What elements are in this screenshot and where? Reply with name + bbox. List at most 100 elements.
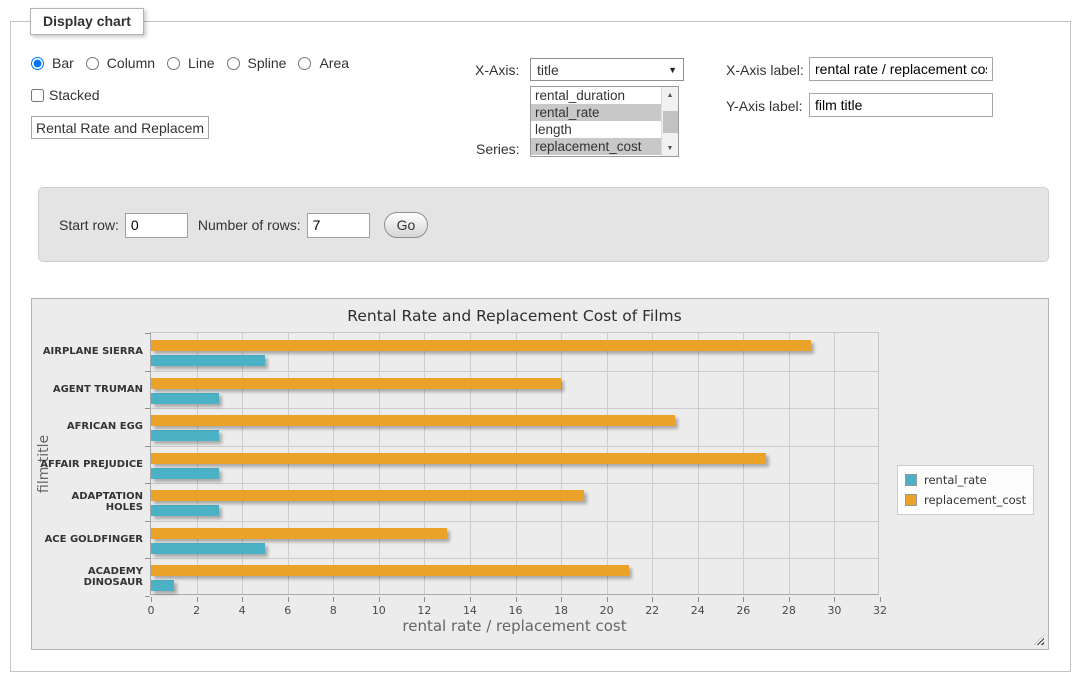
scroll-down-icon[interactable]: ▼ [662,140,678,156]
x-tick-label: 2 [180,604,214,617]
x-tick-mark [242,597,243,602]
row-range-panel: Start row: Number of rows: Go [38,187,1049,262]
num-rows-label: Number of rows: [198,217,301,233]
scroll-up-icon[interactable]: ▲ [662,87,678,103]
radio-bar[interactable] [31,57,44,70]
x-tick-mark [561,597,562,602]
x-axis-select[interactable]: title ▼ [530,58,684,81]
x-tick-mark [197,597,198,602]
x-tick-label: 8 [316,604,350,617]
x-tick-label: 30 [817,604,851,617]
bar-replacement_cost [151,340,811,351]
y-tick-mark [145,521,150,522]
category-label: AIRPLANE SIERRA [37,333,143,371]
bar-replacement_cost [151,378,561,389]
series-option-rental-rate[interactable]: rental_rate [531,104,661,121]
y-tick-mark [145,333,150,334]
x-axis-select-label: X-Axis: [475,62,519,78]
series-option-replacement-cost[interactable]: replacement_cost [531,138,661,155]
x-axis-label-field-label: X-Axis label: [726,62,804,78]
x-tick-label: 20 [590,604,624,617]
chart-title-input[interactable] [31,116,209,139]
y-tick-mark [145,371,150,372]
bar-rental_rate [151,468,219,479]
bar-rental_rate [151,580,174,591]
radio-column-label[interactable]: Column [107,55,155,71]
gridline-horizontal [151,521,878,522]
plot-area: 02468101214161820222426283032AIRPLANE SI… [150,332,879,595]
x-tick-mark [379,597,380,602]
x-tick-mark [607,597,608,602]
x-tick-mark [652,597,653,602]
gridline-horizontal [151,446,878,447]
fieldset-legend: Display chart [30,8,144,35]
bar-rental_rate [151,393,219,404]
stacked-checkbox[interactable] [31,89,44,102]
start-row-input[interactable] [125,213,188,238]
radio-area[interactable] [298,57,311,70]
display-chart-fieldset: Display chart Bar Column Line Spline Are… [10,21,1071,672]
x-tick-label: 0 [134,604,168,617]
radio-spline-label[interactable]: Spline [248,55,287,71]
x-tick-mark [516,597,517,602]
radio-line-label[interactable]: Line [188,55,214,71]
x-tick-mark [698,597,699,602]
bar-replacement_cost [151,415,675,426]
series-option-length[interactable]: length [531,121,661,138]
gridline-vertical [789,333,790,594]
num-rows-input[interactable] [307,213,370,238]
y-tick-mark [145,483,150,484]
bar-replacement_cost [151,490,584,501]
y-tick-mark [145,596,150,597]
bar-rental_rate [151,543,265,554]
chart-type-radio-group: Bar Column Line Spline Area [31,55,357,71]
x-tick-mark [880,597,881,602]
series-select-label: Series: [476,141,520,157]
y-tick-mark [145,446,150,447]
bar-rental_rate [151,505,219,516]
x-axis-select-value: title [537,62,559,78]
gridline-horizontal [151,371,878,372]
x-tick-label: 28 [772,604,806,617]
radio-bar-label[interactable]: Bar [52,55,74,71]
category-label: ACADEMY DINOSAUR [37,558,143,596]
stacked-label[interactable]: Stacked [49,87,100,103]
resize-grip-icon[interactable] [1034,635,1044,645]
x-tick-mark [151,597,152,602]
go-button[interactable]: Go [384,212,429,238]
bar-replacement_cost [151,565,629,576]
gridline-vertical [834,333,835,594]
x-axis-label-input[interactable] [809,57,993,81]
series-option-rental-duration[interactable]: rental_duration [531,87,661,104]
x-tick-mark [743,597,744,602]
x-tick-label: 24 [681,604,715,617]
chart-title: Rental Rate and Replacement Cost of Film… [150,307,879,325]
x-tick-mark [333,597,334,602]
x-tick-mark [288,597,289,602]
x-tick-label: 10 [362,604,396,617]
legend-swatch [905,494,917,506]
legend-swatch [905,474,917,486]
x-tick-mark [789,597,790,602]
category-label: ACE GOLDFINGER [37,521,143,559]
x-tick-label: 16 [499,604,533,617]
radio-line[interactable] [167,57,180,70]
x-tick-label: 22 [635,604,669,617]
gridline-horizontal [151,483,878,484]
scrollbar-thumb[interactable] [663,111,678,133]
bar-replacement_cost [151,528,447,539]
gridline-horizontal [151,558,878,559]
legend-entry: replacement_cost [905,490,1026,510]
y-tick-mark [145,558,150,559]
x-tick-label: 26 [726,604,760,617]
radio-spline[interactable] [227,57,240,70]
listbox-scrollbar[interactable]: ▲ ▼ [661,87,678,156]
x-tick-label: 4 [225,604,259,617]
radio-column[interactable] [86,57,99,70]
y-axis-label-input[interactable] [809,93,993,117]
category-label: AFFAIR PREJUDICE [37,446,143,484]
series-listbox[interactable]: rental_duration rental_rate length repla… [530,86,679,157]
x-tick-label: 18 [544,604,578,617]
radio-area-label[interactable]: Area [319,55,349,71]
legend-label: rental_rate [924,473,987,487]
